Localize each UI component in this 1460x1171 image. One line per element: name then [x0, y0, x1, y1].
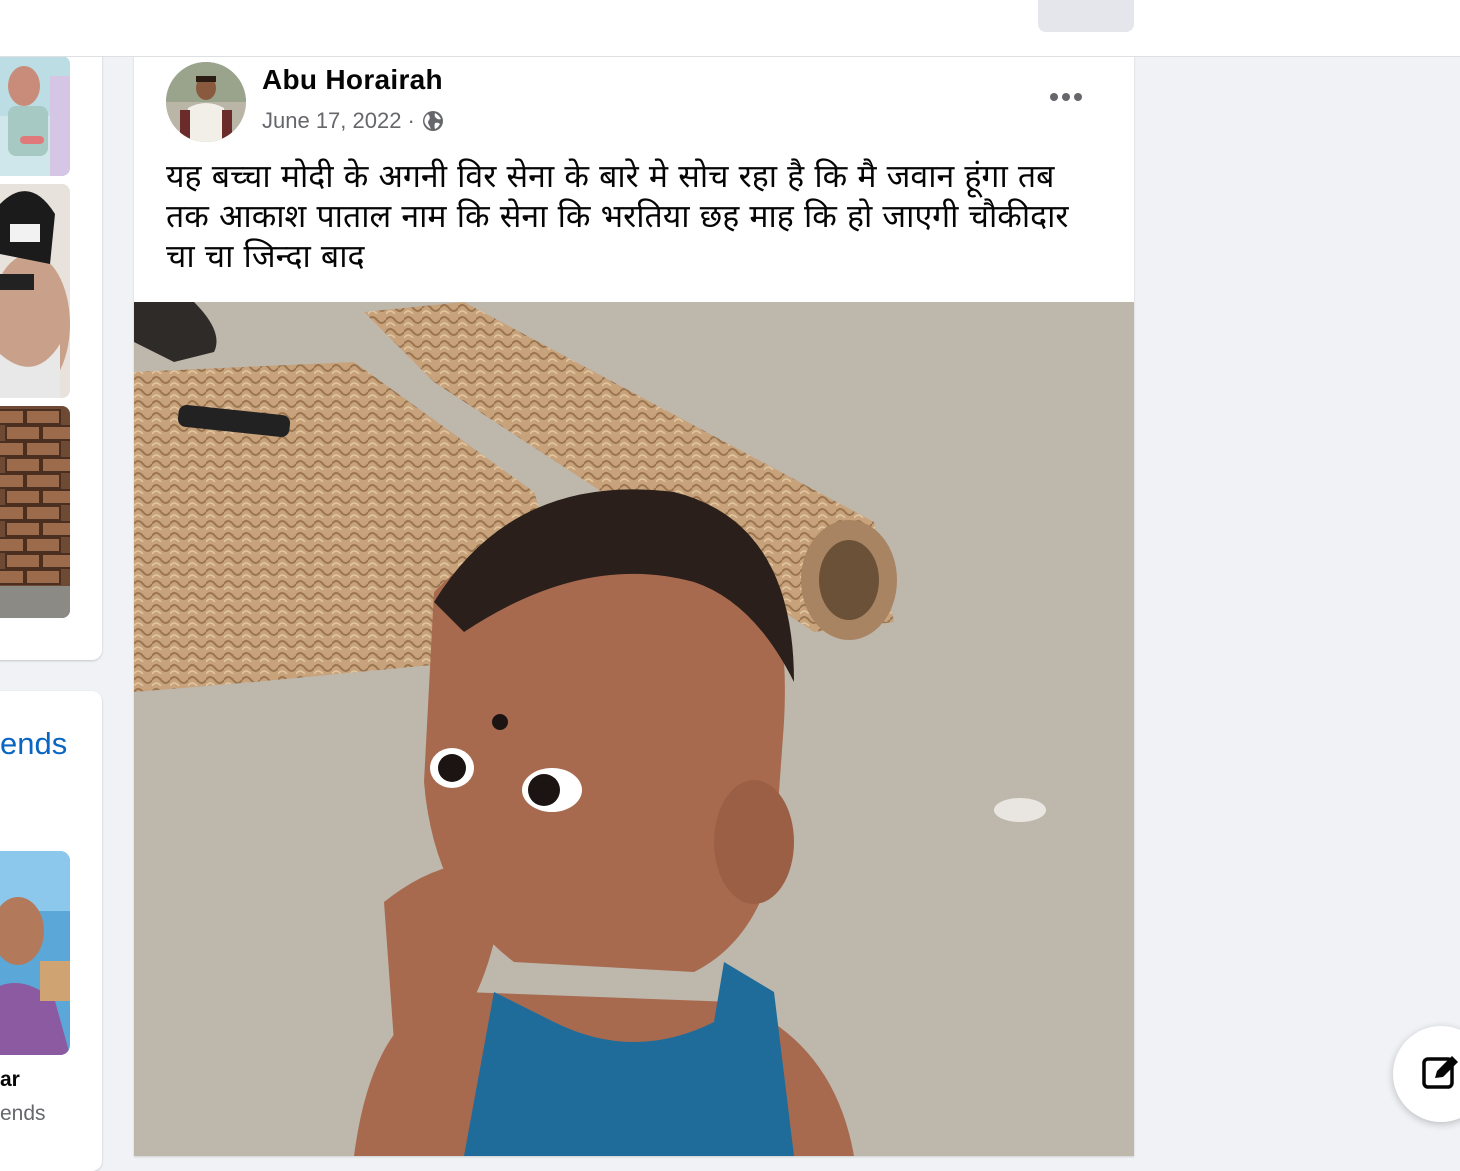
meta-separator: · — [407, 108, 415, 133]
author-avatar[interactable] — [166, 62, 246, 142]
post-card: Abu Horairah June 17, 2022 · यह बच्चा मो… — [134, 56, 1134, 1156]
photo-thumbnail[interactable] — [0, 56, 70, 176]
post-text: यह बच्चा मोदी के अगनी विर सेना के बारे म… — [166, 157, 1069, 275]
photo-thumbnail[interactable] — [0, 184, 70, 398]
compose-message-icon — [1422, 1056, 1458, 1089]
post-meta: June 17, 2022 · — [262, 108, 445, 134]
more-options-icon[interactable] — [1046, 82, 1086, 112]
top-navigation-bar — [0, 0, 1460, 57]
post-photo[interactable] — [134, 302, 1134, 1156]
friend-photo[interactable] — [0, 851, 70, 1055]
photo-thumbnail[interactable] — [0, 406, 70, 618]
friend-name[interactable]: ar — [0, 1068, 20, 1092]
compose-message-button[interactable] — [1393, 1026, 1460, 1122]
post-date[interactable]: June 17, 2022 — [262, 108, 401, 134]
globe-icon[interactable] — [421, 109, 445, 133]
see-all-friends-link[interactable]: ends — [0, 726, 67, 762]
mutual-friends-text: ends — [0, 1102, 46, 1125]
nav-tab[interactable] — [1038, 0, 1134, 32]
post-author-name[interactable]: Abu Horairah — [262, 64, 443, 96]
